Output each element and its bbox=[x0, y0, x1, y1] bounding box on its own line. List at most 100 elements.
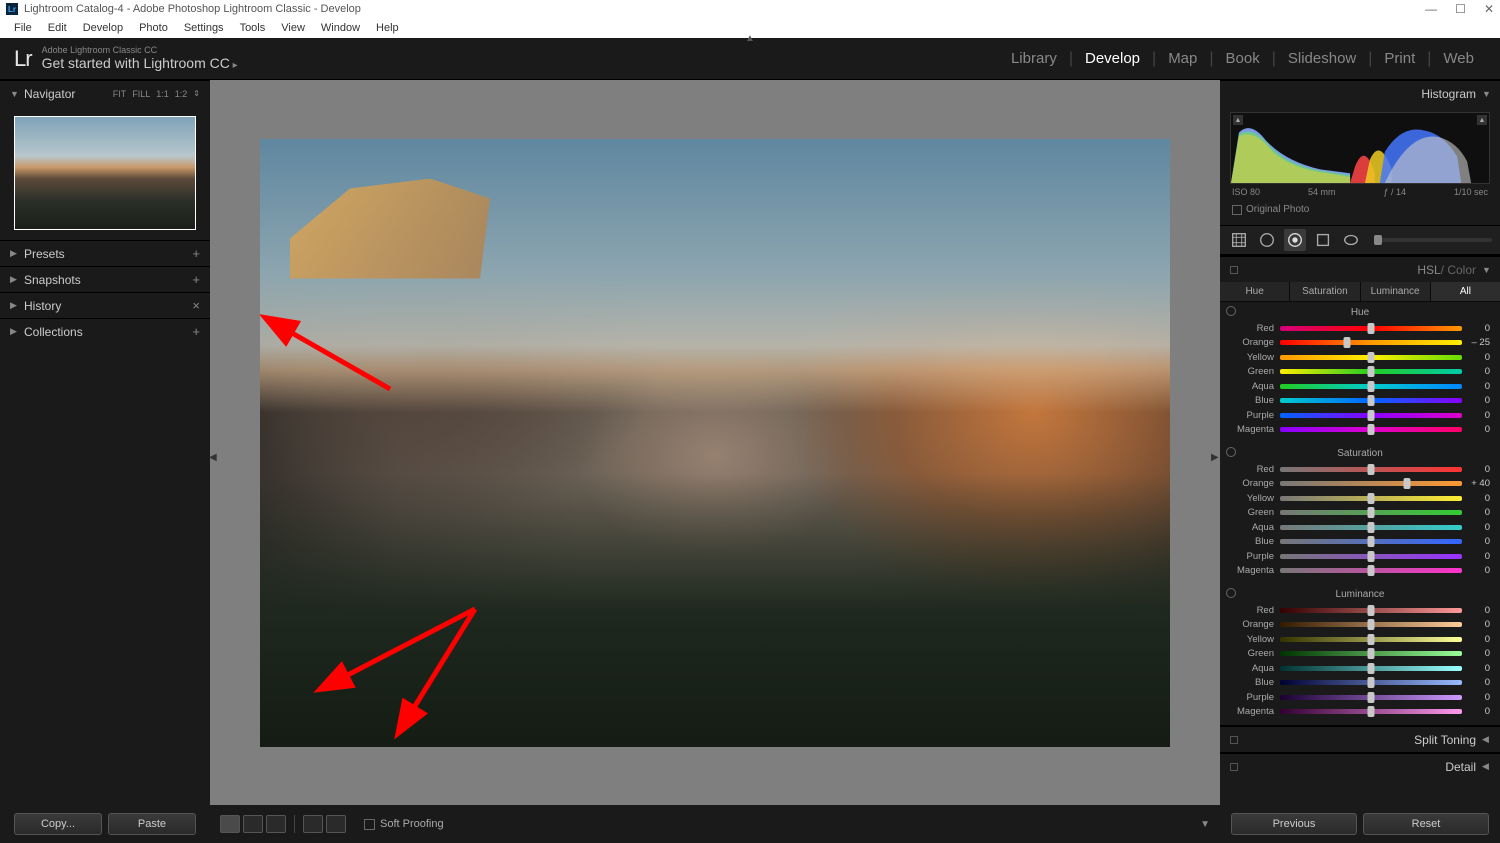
slider-luminance-purple[interactable]: Purple0 bbox=[1230, 690, 1490, 705]
previous-button[interactable]: Previous bbox=[1231, 813, 1357, 835]
panel-action-icon[interactable]: × bbox=[192, 298, 200, 313]
survey-view-button[interactable] bbox=[326, 815, 346, 833]
panel-switch-icon[interactable] bbox=[1230, 736, 1238, 744]
before-after-lr-button[interactable] bbox=[243, 815, 263, 833]
slider-saturation-red[interactable]: Red0 bbox=[1230, 462, 1490, 477]
histogram-metadata: ISO 8054 mmƒ / 141/10 sec bbox=[1230, 184, 1490, 200]
panel-toggle-right-icon[interactable]: ▶ bbox=[1211, 443, 1221, 473]
slider-luminance-blue[interactable]: Blue0 bbox=[1230, 676, 1490, 691]
module-book[interactable]: Book bbox=[1214, 50, 1272, 67]
slider-saturation-aqua[interactable]: Aqua0 bbox=[1230, 520, 1490, 535]
spot-removal-tool[interactable] bbox=[1256, 229, 1278, 251]
targeted-adjustment-icon[interactable] bbox=[1226, 306, 1236, 316]
slider-hue-orange[interactable]: Orange– 25 bbox=[1230, 336, 1490, 351]
compare-view-button[interactable] bbox=[303, 815, 323, 833]
menu-tools[interactable]: Tools bbox=[232, 20, 274, 36]
panel-toggle-left-icon[interactable]: ◀ bbox=[209, 443, 219, 473]
split-toning-header[interactable]: Split Toning ◀ bbox=[1220, 726, 1500, 752]
slider-hue-magenta[interactable]: Magenta0 bbox=[1230, 423, 1490, 438]
slider-hue-blue[interactable]: Blue0 bbox=[1230, 394, 1490, 409]
menu-help[interactable]: Help bbox=[368, 20, 407, 36]
panel-collections[interactable]: ▶Collections+ bbox=[0, 318, 210, 344]
navigator-thumbnail[interactable] bbox=[14, 116, 196, 230]
slider-saturation-orange[interactable]: Orange+ 40 bbox=[1230, 477, 1490, 492]
close-button[interactable]: ✕ bbox=[1484, 2, 1494, 16]
panel-history[interactable]: ▶History× bbox=[0, 292, 210, 318]
slider-luminance-yellow[interactable]: Yellow0 bbox=[1230, 632, 1490, 647]
slider-saturation-yellow[interactable]: Yellow0 bbox=[1230, 491, 1490, 506]
menu-settings[interactable]: Settings bbox=[176, 20, 232, 36]
before-after-tb-button[interactable] bbox=[266, 815, 286, 833]
slider-saturation-magenta[interactable]: Magenta0 bbox=[1230, 564, 1490, 579]
slider-luminance-orange[interactable]: Orange0 bbox=[1230, 618, 1490, 633]
menu-file[interactable]: File bbox=[6, 20, 40, 36]
panel-switch-icon[interactable] bbox=[1230, 763, 1238, 771]
maximize-button[interactable]: ☐ bbox=[1455, 2, 1466, 16]
paste-button[interactable]: Paste bbox=[108, 813, 196, 835]
module-map[interactable]: Map bbox=[1156, 50, 1209, 67]
soft-proofing-toggle[interactable]: Soft Proofing bbox=[364, 818, 444, 830]
hsl-tab-hue[interactable]: Hue bbox=[1220, 282, 1290, 301]
slider-saturation-blue[interactable]: Blue0 bbox=[1230, 535, 1490, 550]
slider-hue-purple[interactable]: Purple0 bbox=[1230, 408, 1490, 423]
header-title[interactable]: Get started with Lightroom CC bbox=[42, 56, 238, 71]
targeted-adjustment-icon[interactable] bbox=[1226, 588, 1236, 598]
panel-action-icon[interactable]: + bbox=[192, 324, 200, 339]
zoom-stepper-icon[interactable]: ⇕ bbox=[193, 89, 200, 99]
panel-switch-icon[interactable] bbox=[1230, 266, 1238, 274]
loupe-view-button[interactable] bbox=[220, 815, 240, 833]
original-photo-toggle[interactable]: Original Photo bbox=[1230, 200, 1490, 219]
zoom-fill[interactable]: FILL bbox=[132, 89, 150, 99]
shadow-clipping-icon[interactable]: ▲ bbox=[1233, 115, 1243, 125]
hsl-tab-all[interactable]: All bbox=[1431, 282, 1500, 301]
navigator-header[interactable]: ▼ Navigator FITFILL1:11:2⇕ bbox=[0, 80, 210, 106]
crop-tool[interactable] bbox=[1228, 229, 1250, 251]
hsl-panel-header[interactable]: HSL / Color ▼ bbox=[1220, 256, 1500, 282]
slider-hue-green[interactable]: Green0 bbox=[1230, 365, 1490, 380]
zoom-fit[interactable]: FIT bbox=[113, 89, 127, 99]
panel-snapshots[interactable]: ▶Snapshots+ bbox=[0, 266, 210, 292]
chevron-right-icon: ▶ bbox=[10, 274, 18, 285]
histogram[interactable]: ▲ ▲ bbox=[1230, 112, 1490, 184]
menu-edit[interactable]: Edit bbox=[40, 20, 75, 36]
zoom-1-1[interactable]: 1:1 bbox=[156, 89, 169, 99]
menu-view[interactable]: View bbox=[273, 20, 313, 36]
slider-hue-yellow[interactable]: Yellow0 bbox=[1230, 350, 1490, 365]
radial-filter-tool[interactable] bbox=[1340, 229, 1362, 251]
panel-action-icon[interactable]: + bbox=[192, 246, 200, 261]
slider-saturation-purple[interactable]: Purple0 bbox=[1230, 549, 1490, 564]
reset-button[interactable]: Reset bbox=[1363, 813, 1489, 835]
slider-hue-red[interactable]: Red0 bbox=[1230, 321, 1490, 336]
highlight-clipping-icon[interactable]: ▲ bbox=[1477, 115, 1487, 125]
graduated-filter-tool[interactable] bbox=[1312, 229, 1334, 251]
module-print[interactable]: Print bbox=[1372, 50, 1427, 67]
detail-header[interactable]: Detail ◀ bbox=[1220, 753, 1500, 779]
module-library[interactable]: Library bbox=[999, 50, 1069, 67]
menu-window[interactable]: Window bbox=[313, 20, 368, 36]
hsl-tab-saturation[interactable]: Saturation bbox=[1290, 282, 1360, 301]
preview-image[interactable] bbox=[260, 139, 1170, 747]
targeted-adjustment-icon[interactable] bbox=[1226, 447, 1236, 457]
slider-luminance-green[interactable]: Green0 bbox=[1230, 647, 1490, 662]
module-web[interactable]: Web bbox=[1431, 50, 1486, 67]
slider-luminance-magenta[interactable]: Magenta0 bbox=[1230, 705, 1490, 720]
hsl-tab-luminance[interactable]: Luminance bbox=[1361, 282, 1431, 301]
mask-slider[interactable] bbox=[1374, 238, 1492, 242]
copy-button[interactable]: Copy... bbox=[14, 813, 102, 835]
module-develop[interactable]: Develop bbox=[1073, 50, 1152, 67]
slider-luminance-aqua[interactable]: Aqua0 bbox=[1230, 661, 1490, 676]
minimize-button[interactable]: — bbox=[1425, 2, 1437, 16]
zoom-1-2[interactable]: 1:2 bbox=[175, 89, 188, 99]
toolbar-menu-icon[interactable]: ▼ bbox=[1200, 819, 1210, 830]
slider-hue-aqua[interactable]: Aqua0 bbox=[1230, 379, 1490, 394]
redeye-tool[interactable] bbox=[1284, 229, 1306, 251]
module-slideshow[interactable]: Slideshow bbox=[1276, 50, 1368, 67]
histogram-header[interactable]: Histogram ▼ bbox=[1220, 80, 1500, 106]
slider-luminance-red[interactable]: Red0 bbox=[1230, 603, 1490, 618]
panel-toggle-top-icon[interactable]: ▲ bbox=[745, 33, 755, 44]
menu-develop[interactable]: Develop bbox=[75, 20, 131, 36]
panel-action-icon[interactable]: + bbox=[192, 272, 200, 287]
slider-saturation-green[interactable]: Green0 bbox=[1230, 506, 1490, 521]
panel-presets[interactable]: ▶Presets+ bbox=[0, 240, 210, 266]
menu-photo[interactable]: Photo bbox=[131, 20, 176, 36]
